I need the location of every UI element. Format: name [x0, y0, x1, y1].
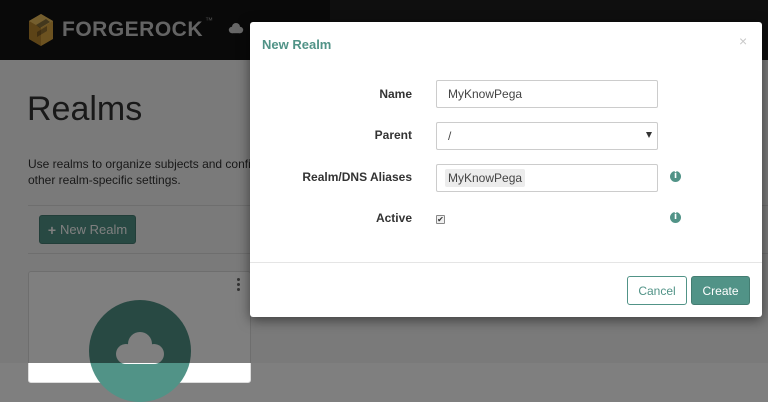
info-icon[interactable]: i	[670, 212, 681, 223]
active-label: Active	[375, 211, 412, 225]
parent-select[interactable]: /	[436, 122, 658, 150]
dialog-title: New Realm	[262, 37, 332, 52]
active-checkbox[interactable]: ✔	[436, 215, 445, 224]
parent-selected-value: /	[448, 129, 452, 143]
aliases-input[interactable]: MyKnowPega	[436, 164, 658, 192]
aliases-label: Realm/DNS Aliases	[302, 170, 412, 184]
cancel-button[interactable]: Cancel	[627, 276, 687, 305]
dropdown-caret-icon	[646, 132, 652, 138]
dialog-header-divider	[250, 66, 762, 67]
dialog-footer-divider	[250, 262, 762, 263]
alias-tag[interactable]: MyKnowPega	[445, 169, 526, 187]
create-button[interactable]: Create	[691, 276, 750, 305]
parent-label: Parent	[374, 128, 412, 142]
name-input[interactable]	[436, 80, 658, 108]
new-realm-dialog: New Realm × Name Parent / Realm/DNS Alia…	[250, 22, 762, 317]
name-label: Name	[379, 87, 412, 101]
info-icon[interactable]: i	[670, 171, 681, 182]
close-icon[interactable]: ×	[739, 33, 747, 49]
